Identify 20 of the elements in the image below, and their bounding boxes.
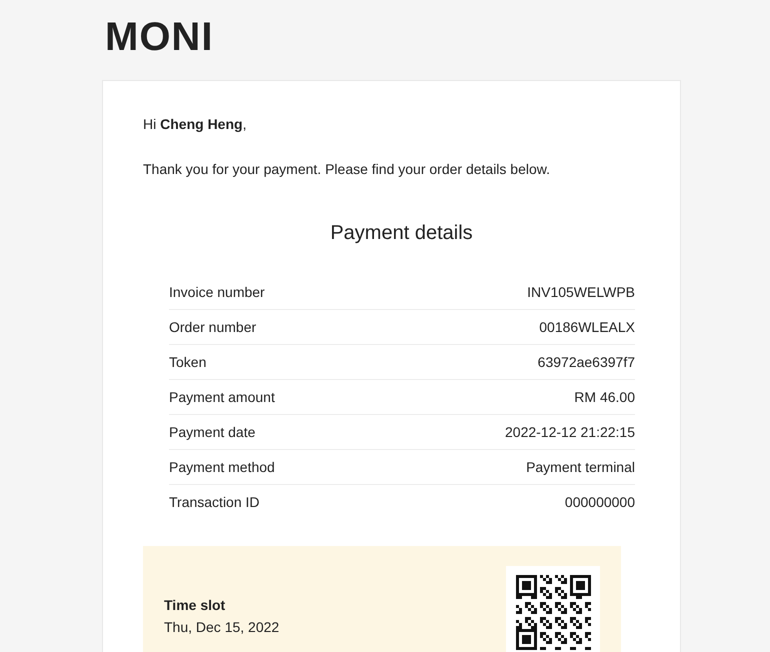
message: Thank you for your payment. Please find your order details below.	[143, 160, 551, 178]
detail-label: Payment amount	[169, 389, 275, 405]
detail-label: Payment method	[169, 459, 275, 475]
detail-value: 000000000	[564, 494, 635, 510]
greeting: Hi Cheng Heng,	[143, 115, 248, 133]
details-title: Payment details	[329, 221, 474, 245]
time-slot-label: Time slot	[164, 596, 226, 614]
detail-value: 2022-12-12 21:22:15	[505, 424, 635, 440]
time-slot-date: Thu, Dec 15, 2022	[164, 618, 280, 636]
detail-value: INV105WELWPB	[527, 284, 635, 300]
detail-label: Token	[169, 354, 206, 370]
detail-value: 63972ae6397f7	[538, 354, 635, 370]
detail-label: Order number	[169, 319, 256, 335]
detail-value: RM 46.00	[574, 389, 635, 405]
detail-label: Transaction ID	[169, 494, 260, 510]
detail-value: Payment terminal	[526, 459, 635, 475]
detail-label: Invoice number	[169, 284, 265, 300]
logo: MONI	[105, 18, 214, 56]
detail-value: 00186WLEALX	[539, 319, 635, 335]
detail-label: Payment date	[169, 424, 256, 440]
